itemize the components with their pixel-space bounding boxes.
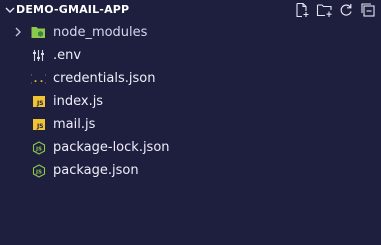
- svg-text:JS: JS: [34, 146, 41, 152]
- nodejs-icon: JS: [31, 163, 46, 178]
- explorer-header[interactable]: DEMO-GMAIL-APP: [0, 0, 381, 20]
- file-tree: node_modules .env {..} credentials.jso: [0, 21, 381, 182]
- tree-item-label: mail.js: [53, 117, 96, 132]
- tree-item-label: index.js: [53, 94, 104, 109]
- json-braces-icon: {..}: [31, 71, 46, 86]
- tree-item-index-js[interactable]: JS index.js: [0, 90, 381, 113]
- tree-item-package-json[interactable]: JS package.json: [0, 159, 381, 182]
- node-folder-icon: [31, 25, 46, 40]
- svg-text:JS: JS: [34, 169, 41, 175]
- tree-item-label: .env: [53, 48, 82, 63]
- js-badge: JS: [32, 96, 45, 107]
- tree-item-label: credentials.json: [53, 71, 156, 86]
- svg-text:{..}: {..}: [31, 74, 46, 85]
- tree-item-mail-js[interactable]: JS mail.js: [0, 113, 381, 136]
- project-title: DEMO-GMAIL-APP: [16, 3, 130, 16]
- refresh-icon: [340, 4, 352, 16]
- new-folder-button[interactable]: [315, 1, 333, 19]
- tree-item-label: package.json: [53, 163, 139, 178]
- collapse-all-icon: [361, 3, 375, 17]
- refresh-button[interactable]: [337, 1, 355, 19]
- collapse-all-button[interactable]: [359, 1, 377, 19]
- tree-item-node-modules[interactable]: node_modules: [0, 21, 381, 44]
- nodejs-icon: JS: [31, 140, 46, 155]
- js-icon: JS: [31, 117, 46, 132]
- tree-item-label: package-lock.json: [53, 140, 170, 155]
- new-file-icon: [296, 2, 309, 18]
- tree-item-credentials-json[interactable]: {..} credentials.json: [0, 67, 381, 90]
- explorer-actions: [293, 1, 377, 19]
- js-icon: JS: [31, 94, 46, 109]
- js-badge: JS: [32, 119, 45, 130]
- tree-item-label: node_modules: [53, 25, 148, 40]
- env-settings-icon: [31, 48, 46, 63]
- file-explorer: DEMO-GMAIL-APP node_modules .env .. cred…: [0, 0, 381, 245]
- tree-item-package-lock-json[interactable]: JS package-lock.json: [0, 136, 381, 159]
- chevron-right-icon[interactable]: [12, 26, 24, 38]
- tree-item-env[interactable]: .env: [0, 44, 381, 67]
- new-file-button[interactable]: [293, 1, 311, 19]
- new-folder-icon: [316, 4, 332, 17]
- chevron-down-icon[interactable]: [3, 3, 17, 17]
